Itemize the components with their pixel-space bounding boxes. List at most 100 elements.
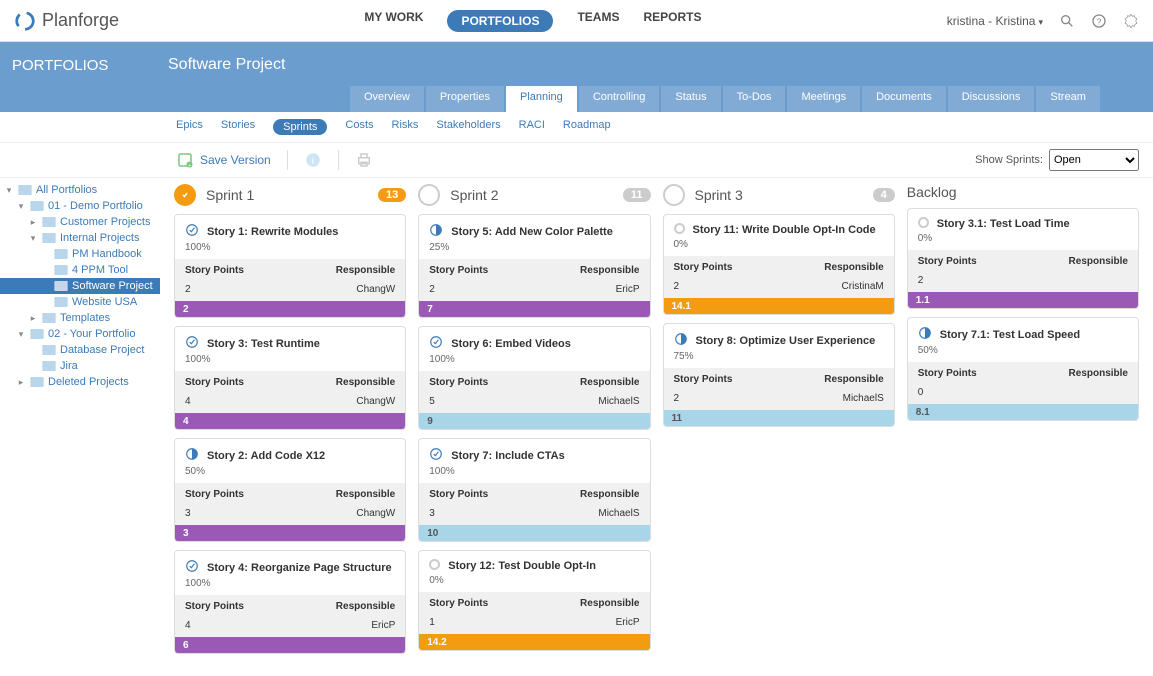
folder-icon: [42, 345, 56, 355]
settings-icon[interactable]: [1123, 13, 1139, 29]
tab-meetings[interactable]: Meetings: [787, 86, 860, 112]
expand-icon[interactable]: ▸: [16, 377, 26, 388]
resp-value: EricP: [616, 617, 640, 628]
sp-value: 4: [185, 396, 191, 407]
tab-properties[interactable]: Properties: [426, 86, 504, 112]
nav-teams[interactable]: TEAMS: [577, 10, 619, 32]
card-percent: 50%: [918, 345, 1128, 356]
sidebar-item-label: All Portfolios: [36, 184, 97, 196]
sidebar-item-customer-projects[interactable]: ▸Customer Projects: [0, 214, 160, 230]
folder-icon: [42, 313, 56, 323]
column-header: Sprint 211: [418, 184, 650, 206]
resp-label: Responsible: [336, 265, 395, 276]
story-card[interactable]: Story 7: Include CTAs100%Story PointsRes…: [418, 438, 650, 542]
sidebar-item-internal-projects[interactable]: ▾ Internal Projects: [0, 230, 160, 246]
collapse-icon[interactable]: ▾: [4, 185, 14, 196]
resp-value: ChangW: [356, 396, 395, 407]
main: Sprint 113Story 1: Rewrite Modules100%St…: [160, 178, 1153, 676]
tab-stream[interactable]: Stream: [1036, 86, 1099, 112]
sidebar-item-jira[interactable]: Jira: [0, 358, 160, 374]
search-icon[interactable]: [1059, 13, 1075, 29]
subtab-stakeholders[interactable]: Stakeholders: [436, 119, 500, 135]
nav-mywork[interactable]: MY WORK: [364, 10, 423, 32]
sidebar-item-label: 01 - Demo Portfolio: [48, 200, 143, 212]
folder-icon: [42, 233, 56, 243]
subtab-costs[interactable]: Costs: [345, 119, 373, 135]
subtab-risks[interactable]: Risks: [392, 119, 419, 135]
sidebar-item-02-your-portfolio[interactable]: ▾ 02 - Your Portfolio: [0, 326, 160, 342]
sprint-column: BacklogStory 3.1: Test Load Time0%Story …: [907, 184, 1139, 429]
expand-icon[interactable]: ▸: [28, 217, 38, 228]
tab-to-dos[interactable]: To-Dos: [723, 86, 786, 112]
sidebar-item-database-project[interactable]: Database Project: [0, 342, 160, 358]
status-icon: [674, 223, 685, 237]
subtab-sprints[interactable]: Sprints: [273, 119, 327, 135]
save-version-button[interactable]: + Save Version: [176, 151, 271, 169]
sp-label: Story Points: [674, 374, 733, 385]
story-card[interactable]: Story 3.1: Test Load Time0%Story PointsR…: [907, 208, 1139, 309]
svg-text:i: i: [312, 156, 314, 167]
subtab-stories[interactable]: Stories: [221, 119, 255, 135]
sidebar-item-4-ppm-tool[interactable]: 4 PPM Tool: [0, 262, 160, 278]
top-nav: Planforge MY WORK PORTFOLIOS TEAMS REPOR…: [0, 0, 1153, 42]
tab-overview[interactable]: Overview: [350, 86, 424, 112]
tab-status[interactable]: Status: [661, 86, 720, 112]
expand-icon[interactable]: ▸: [28, 313, 38, 324]
resp-label: Responsible: [580, 265, 639, 276]
subtab-roadmap[interactable]: Roadmap: [563, 119, 611, 135]
subtab-epics[interactable]: Epics: [176, 119, 203, 135]
print-icon[interactable]: [355, 151, 373, 169]
collapse-icon[interactable]: ▾: [28, 233, 38, 244]
sidebar-item-label: Internal Projects: [60, 232, 139, 244]
story-card[interactable]: Story 5: Add New Color Palette25%Story P…: [418, 214, 650, 318]
chevron-down-icon: ▾: [1038, 17, 1043, 27]
resp-label: Responsible: [1069, 256, 1128, 267]
sidebar-item-pm-handbook[interactable]: PM Handbook: [0, 246, 160, 262]
collapse-icon[interactable]: ▾: [16, 201, 26, 212]
folder-icon: [54, 265, 68, 275]
tab-controlling[interactable]: Controlling: [579, 86, 660, 112]
sidebar-item-software-project[interactable]: Software Project: [0, 278, 160, 294]
story-card[interactable]: Story 12: Test Double Opt-In0%Story Poin…: [418, 550, 650, 651]
sidebar-item-01-demo-portfolio[interactable]: ▾ 01 - Demo Portfolio: [0, 198, 160, 214]
resp-value: ChangW: [356, 284, 395, 295]
folder-icon: [18, 185, 32, 195]
sidebar-item-label: 02 - Your Portfolio: [48, 328, 135, 340]
card-bar: 7: [419, 301, 649, 317]
subtab-raci[interactable]: RACI: [519, 119, 545, 135]
story-card[interactable]: Story 2: Add Code X1250%Story PointsResp…: [174, 438, 406, 542]
card-bar: 9: [419, 413, 649, 429]
user-menu[interactable]: kristina - Kristina▾: [947, 14, 1043, 28]
sidebar-item-deleted-projects[interactable]: ▸Deleted Projects: [0, 374, 160, 390]
svg-text:?: ?: [1097, 16, 1102, 26]
info-icon[interactable]: i: [304, 151, 322, 169]
column-title: Sprint 3: [695, 187, 743, 203]
save-icon: +: [176, 151, 194, 169]
story-card[interactable]: Story 3: Test Runtime100%Story PointsRes…: [174, 326, 406, 430]
sidebar-item-website-usa[interactable]: Website USA: [0, 294, 160, 310]
card-bar: 4: [175, 413, 405, 429]
card-bar: 2: [175, 301, 405, 317]
tab-planning[interactable]: Planning: [506, 86, 577, 112]
story-card[interactable]: Story 6: Embed Videos100%Story PointsRes…: [418, 326, 650, 430]
collapse-icon[interactable]: ▾: [16, 329, 26, 340]
help-icon[interactable]: ?: [1091, 13, 1107, 29]
story-card[interactable]: Story 11: Write Double Opt-In Code0%Stor…: [663, 214, 895, 315]
tabs-row: OverviewPropertiesPlanningControllingSta…: [0, 86, 1153, 112]
folder-icon: [30, 201, 44, 211]
story-card[interactable]: Story 7.1: Test Load Speed50%Story Point…: [907, 317, 1139, 421]
divider: [338, 150, 339, 170]
story-card[interactable]: Story 4: Reorganize Page Structure100%St…: [174, 550, 406, 654]
nav-portfolios[interactable]: PORTFOLIOS: [447, 10, 553, 32]
sidebar-item-templates[interactable]: ▸Templates: [0, 310, 160, 326]
tab-discussions[interactable]: Discussions: [948, 86, 1035, 112]
card-percent: 100%: [429, 354, 639, 365]
nav-reports[interactable]: REPORTS: [643, 10, 701, 32]
card-title: Story 6: Embed Videos: [451, 338, 571, 350]
tab-documents[interactable]: Documents: [862, 86, 946, 112]
story-card[interactable]: Story 8: Optimize User Experience75%Stor…: [663, 323, 895, 427]
story-card[interactable]: Story 1: Rewrite Modules100%Story Points…: [174, 214, 406, 318]
show-sprints-select[interactable]: Open: [1049, 149, 1139, 171]
card-title: Story 8: Optimize User Experience: [696, 335, 876, 347]
sidebar-item-all-portfolios[interactable]: ▾ All Portfolios: [0, 182, 160, 198]
